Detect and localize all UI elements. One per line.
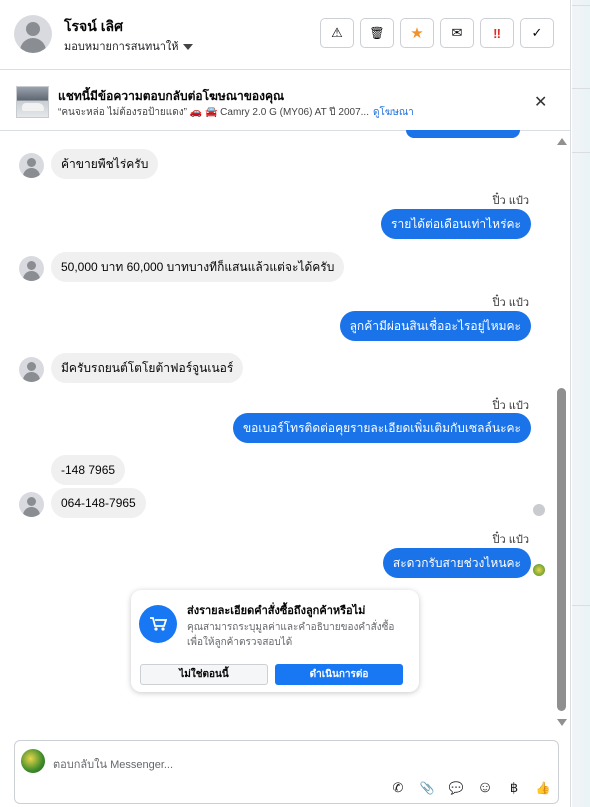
flag-button[interactable]: ‼: [480, 18, 514, 48]
incoming-message[interactable]: ค้าขายพืชไร่ครับ: [51, 149, 159, 179]
customer-avatar-small: [19, 256, 44, 281]
seen-indicator-avatar: [533, 504, 545, 516]
outgoing-message[interactable]: ขอเบอร์โทรติดต่อคุยรายละเอียดเพิ่มเติมกั…: [232, 413, 531, 443]
delete-button[interactable]: 🗑: [360, 18, 394, 48]
incoming-message[interactable]: 50,000 บาท 60,000 บาทบางทีก็แสนแล้วแต่จะ…: [51, 252, 345, 282]
incoming-message[interactable]: -148 7965: [51, 455, 126, 485]
customer-avatar[interactable]: [14, 15, 52, 53]
outgoing-message[interactable]: สะดวกรับสายช่วงไหนคะ: [382, 548, 531, 578]
scroll-down-arrow[interactable]: [557, 719, 567, 726]
trash-icon: 🗑: [369, 26, 385, 40]
emoji-icon[interactable]: ☺: [476, 779, 494, 797]
close-icon[interactable]: ✕: [534, 92, 547, 112]
caret-down-icon: [182, 44, 193, 51]
scroll-up-arrow[interactable]: [557, 138, 567, 145]
customer-avatar-small: [19, 357, 44, 382]
star-button[interactable]: ★: [400, 18, 434, 48]
composer-toolbar: ✆ 📎 💬 ☺ ฿ 👍: [389, 779, 552, 797]
ad-caption: “คนจะหล่อ ไม่ต้องรอป้ายแดง” 🚗 🚘 Camry 2.…: [58, 107, 369, 118]
customer-avatar-small: [19, 492, 44, 517]
warning-icon: ⚠: [331, 25, 343, 40]
view-ad-link[interactable]: ดูโฆษณา: [373, 107, 414, 118]
continue-button[interactable]: ดำเนินการต่อ: [275, 664, 403, 685]
star-icon: ★: [410, 25, 424, 42]
not-now-button[interactable]: ไม่ใช่ตอนนี้: [140, 664, 268, 685]
done-button[interactable]: ✓: [520, 18, 554, 48]
alert-icon: ‼: [493, 25, 501, 41]
reply-input[interactable]: ตอบกลับใน Messenger...: [53, 755, 173, 773]
header-actions: ⚠ 🗑 ★ ✉ ‼ ✓: [320, 18, 554, 48]
order-prompt-description: คุณสามารถระบุมูลค่าและคำอธิบายของคำสั่งซ…: [187, 622, 395, 648]
sender-name: ปิ๋ว แป๋ว: [492, 534, 529, 546]
mark-unread-button[interactable]: ✉: [440, 18, 474, 48]
customer-avatar-small: [19, 153, 44, 178]
incoming-message[interactable]: 064-148-7965: [51, 488, 146, 518]
envelope-icon: ✉: [451, 25, 463, 40]
payment-icon[interactable]: ฿: [505, 779, 523, 797]
spam-warning-button[interactable]: ⚠: [320, 18, 354, 48]
scrollbar-thumb[interactable]: [557, 388, 566, 711]
check-icon: ✓: [531, 25, 543, 40]
assign-label: มอบหมายการสนทนาให้: [64, 41, 179, 53]
sender-name: ปิ๋ว แป๋ว: [492, 195, 529, 207]
sender-name: ปิ๋ว แป๋ว: [492, 400, 529, 412]
page-logo-avatar: [21, 749, 45, 773]
adjacent-panel-edge: [572, 0, 590, 807]
customer-name[interactable]: โรจน์ เลิศ: [64, 16, 123, 38]
saved-reply-icon[interactable]: 💬: [447, 779, 465, 797]
call-icon[interactable]: ✆: [389, 779, 407, 797]
conversation-header: โรจน์ เลิศ มอบหมายการสนทนาให้ ⚠ 🗑 ★ ✉ ‼ …: [0, 0, 571, 70]
thumbs-up-icon[interactable]: 👍: [534, 779, 552, 797]
assign-conversation-dropdown[interactable]: มอบหมายการสนทนาให้: [64, 37, 193, 55]
order-details-prompt: ส่งรายละเอียดคำสั่งซื้อถึงลูกค้าหรือไม่ …: [131, 590, 419, 692]
outgoing-message[interactable]: ลูกค้ามีผ่อนสินเชื่ออะไรอยู่ไหมคะ: [339, 311, 531, 341]
attach-icon[interactable]: 📎: [418, 779, 436, 797]
cart-icon: [139, 605, 177, 643]
ad-banner-title: แชทนี้มีข้อความตอบกลับต่อโฆษณาของคุณ: [58, 89, 285, 103]
ad-thumbnail: [16, 86, 49, 118]
reply-composer[interactable]: ตอบกลับใน Messenger... ✆ 📎 💬 ☺ ฿ 👍: [14, 740, 559, 804]
sender-name: ปิ๋ว แป๋ว: [492, 297, 529, 309]
ad-banner-subtitle: “คนจะหล่อ ไม่ต้องรอป้ายแดง” 🚗 🚘 Camry 2.…: [58, 105, 414, 120]
outgoing-message[interactable]: รายได้ต่อเดือนเท่าไหร่คะ: [381, 209, 531, 239]
incoming-message[interactable]: มีครับรถยนต์โตโยต้าฟอร์จูนเนอร์: [51, 353, 244, 383]
conversation-panel: โรจน์ เลิศ มอบหมายการสนทนาให้ ⚠ 🗑 ★ ✉ ‼ …: [0, 0, 571, 807]
page-avatar-small: [533, 564, 545, 576]
clipped-outgoing-bubble: [406, 130, 520, 138]
ad-reply-banner: แชทนี้มีข้อความตอบกลับต่อโฆษณาของคุณ “คน…: [0, 71, 571, 131]
order-prompt-title: ส่งรายละเอียดคำสั่งซื้อถึงลูกค้าหรือไม่: [187, 605, 366, 617]
